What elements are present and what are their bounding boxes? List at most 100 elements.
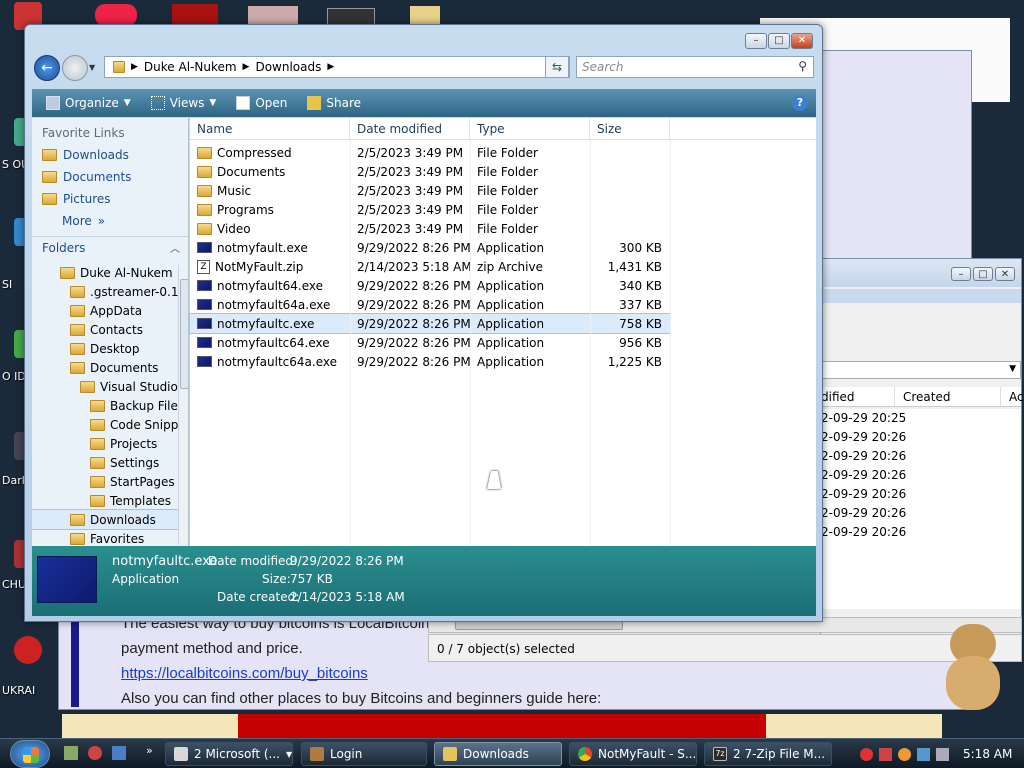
favorite-link-downloads[interactable]: Downloads xyxy=(32,144,188,166)
file-size: 300 KB xyxy=(619,240,662,255)
column-accessed[interactable]: Ac xyxy=(1001,387,1024,406)
column-size[interactable]: Size xyxy=(590,118,670,139)
back-button[interactable]: ← xyxy=(34,55,60,81)
tree-item[interactable]: Visual Studio xyxy=(32,377,178,396)
tree-item[interactable]: StartPages xyxy=(32,472,178,491)
help-icon[interactable]: ? xyxy=(792,95,808,111)
details-pane: notmyfaultc.exe Application Date modifie… xyxy=(32,546,816,616)
chevron-down-icon: ▼ xyxy=(1009,364,1016,374)
file-row[interactable]: notmyfault64.exe 9/29/2022 8:26 PM Applica… xyxy=(190,276,816,295)
show-desktop-icon[interactable] xyxy=(112,746,126,760)
file-row[interactable]: Music 2/5/2023 3:49 PM File Folder xyxy=(190,181,816,200)
list-item[interactable]: 2-09-29 20:26 xyxy=(821,428,1021,447)
column-modified[interactable]: dified xyxy=(821,387,895,406)
tree-item[interactable]: Downloads xyxy=(32,509,179,530)
search-icon[interactable]: ⚲ xyxy=(798,59,807,73)
file-row[interactable]: Video 2/5/2023 3:49 PM File Folder xyxy=(190,219,816,238)
breadcrumb-item[interactable]: Duke Al-Nukem xyxy=(144,60,237,74)
file-date-modified: 2/5/2023 3:49 PM xyxy=(357,164,464,179)
taskbar-button-login[interactable]: Login xyxy=(301,742,427,766)
favorite-link-documents[interactable]: Documents xyxy=(32,166,188,188)
chevron-double-right-icon[interactable]: » xyxy=(146,744,153,757)
breadcrumb-item[interactable]: Downloads xyxy=(255,60,321,74)
start-button[interactable] xyxy=(10,740,50,768)
tree-item-label: Settings xyxy=(110,455,160,470)
desktop-app-icon[interactable] xyxy=(95,4,137,26)
tree-item[interactable]: Code Snippets xyxy=(32,415,178,434)
open-button[interactable]: Open xyxy=(228,92,295,114)
maximize-button[interactable]: □ xyxy=(768,33,790,49)
file-row[interactable]: notmyfaultc.exe 9/29/2022 8:26 PM Applicat… xyxy=(189,313,671,334)
zip-path-combo[interactable]: ▼ xyxy=(821,361,1021,379)
desktop-app-icon[interactable] xyxy=(248,6,298,26)
list-item[interactable]: 2-09-29 20:26 xyxy=(821,523,1021,542)
column-date-modified[interactable]: Date modified xyxy=(350,118,470,139)
scrollbar-thumb[interactable] xyxy=(180,279,188,389)
forward-button[interactable] xyxy=(62,55,88,81)
list-item[interactable]: 2-09-29 20:26 xyxy=(821,485,1021,504)
file-row[interactable]: notmyfault64a.exe 9/29/2022 8:26 PM Applic… xyxy=(190,295,816,314)
list-item[interactable]: 2-09-29 20:26 xyxy=(821,466,1021,485)
taskbar-button-downloads[interactable]: Downloads xyxy=(434,742,562,766)
more-links[interactable]: More » xyxy=(32,210,188,232)
zip-window[interactable]: – □ ✕ ▼ dified Created Ac 2-09-29 20:25 … xyxy=(820,258,1024,658)
vertical-scrollbar[interactable] xyxy=(178,265,188,545)
tree-item[interactable]: Favorites xyxy=(32,529,178,546)
tree-item[interactable]: Templates xyxy=(32,491,178,510)
security-alert-icon[interactable] xyxy=(860,747,873,761)
tree-item[interactable]: Contacts xyxy=(32,320,178,339)
column-name[interactable]: Name xyxy=(190,118,350,139)
minimize-button[interactable]: – xyxy=(745,33,767,49)
tree-item[interactable]: .gstreamer-0.10 xyxy=(32,282,178,301)
views-button[interactable]: Views ▼ xyxy=(143,92,225,114)
quicklaunch-icon[interactable] xyxy=(64,746,78,760)
favorite-link-pictures[interactable]: Pictures xyxy=(32,188,188,210)
file-row[interactable]: Compressed 2/5/2023 3:49 PM File Folder xyxy=(190,143,816,162)
file-row[interactable]: Programs 2/5/2023 3:49 PM File Folder xyxy=(190,200,816,219)
close-button[interactable]: ✕ xyxy=(995,267,1015,281)
address-bar[interactable]: ▶ Duke Al-Nukem ▶ Downloads ▶ ▼ xyxy=(104,56,570,78)
file-row[interactable]: notmyfault.exe 9/29/2022 8:26 PM Applicati… xyxy=(190,238,816,257)
explorer-window[interactable]: – □ ✕ ← ▼ ▶ Duke Al-Nukem ▶ Downloads ▶ … xyxy=(24,24,823,622)
desktop-app-icon[interactable] xyxy=(172,4,218,26)
column-type[interactable]: Type xyxy=(470,118,590,139)
recent-pages-icon[interactable]: ▼ xyxy=(89,63,95,72)
share-button[interactable]: Share xyxy=(299,92,369,114)
size-label: Size: xyxy=(262,572,291,586)
refresh-button[interactable]: ⇆ xyxy=(545,56,569,78)
list-item[interactable]: 2-09-29 20:26 xyxy=(821,504,1021,523)
clock[interactable]: 5:18 AM xyxy=(963,747,1012,761)
file-row[interactable]: Documents 2/5/2023 3:49 PM File Folder xyxy=(190,162,816,181)
folders-header[interactable]: Folders ︿ xyxy=(32,236,188,258)
tree-item[interactable]: AppData xyxy=(32,301,178,320)
minimize-button[interactable]: – xyxy=(951,267,971,281)
organize-button[interactable]: Organize ▼ xyxy=(38,92,139,114)
taskbar-button-notmyfault[interactable]: NotMyFault - S... xyxy=(569,742,697,766)
close-button[interactable]: ✕ xyxy=(791,33,813,49)
file-row[interactable]: notmyfaultc64a.exe 9/29/2022 8:26 PM Appli… xyxy=(190,352,816,371)
tree-item[interactable]: Settings xyxy=(32,453,178,472)
tree-item[interactable]: Backup Files xyxy=(32,396,178,415)
tree-item[interactable]: Duke Al-Nukem xyxy=(32,263,178,282)
folder-icon xyxy=(90,437,105,450)
taskbar-button-7zip[interactable]: 7z 2 7-Zip File M... ▼ xyxy=(704,742,832,766)
file-row[interactable]: notmyfaultc64.exe 9/29/2022 8:26 PM Applic… xyxy=(190,333,816,352)
maximize-button[interactable]: □ xyxy=(973,267,993,281)
tree-item[interactable]: Desktop xyxy=(32,339,178,358)
list-item[interactable]: 2-09-29 20:25 xyxy=(821,409,1021,428)
network-icon[interactable] xyxy=(917,747,930,761)
tree-item[interactable]: Projects xyxy=(32,434,178,453)
tree-item[interactable]: Documents xyxy=(32,358,178,377)
radiation-icon[interactable] xyxy=(14,636,42,664)
taskbar-button-microsoft[interactable]: 2 Microsoft (... ▼ xyxy=(165,742,293,766)
column-created[interactable]: Created xyxy=(895,387,1001,406)
bitcoin-link[interactable]: https://localbitcoins.com/buy_bitcoins xyxy=(121,665,368,682)
list-item[interactable]: 2-09-29 20:26 xyxy=(821,447,1021,466)
search-tray-icon[interactable] xyxy=(898,747,911,761)
volume-icon[interactable] xyxy=(936,747,949,761)
quicklaunch-icon[interactable] xyxy=(88,746,102,760)
tray-app-icon[interactable] xyxy=(879,747,892,761)
search-input[interactable]: Search ⚲ xyxy=(576,56,814,78)
desktop-app-icon[interactable] xyxy=(410,6,440,26)
file-row[interactable]: Z NotMyFault.zip 2/14/2023 5:18 AM zip Arch… xyxy=(190,257,816,276)
